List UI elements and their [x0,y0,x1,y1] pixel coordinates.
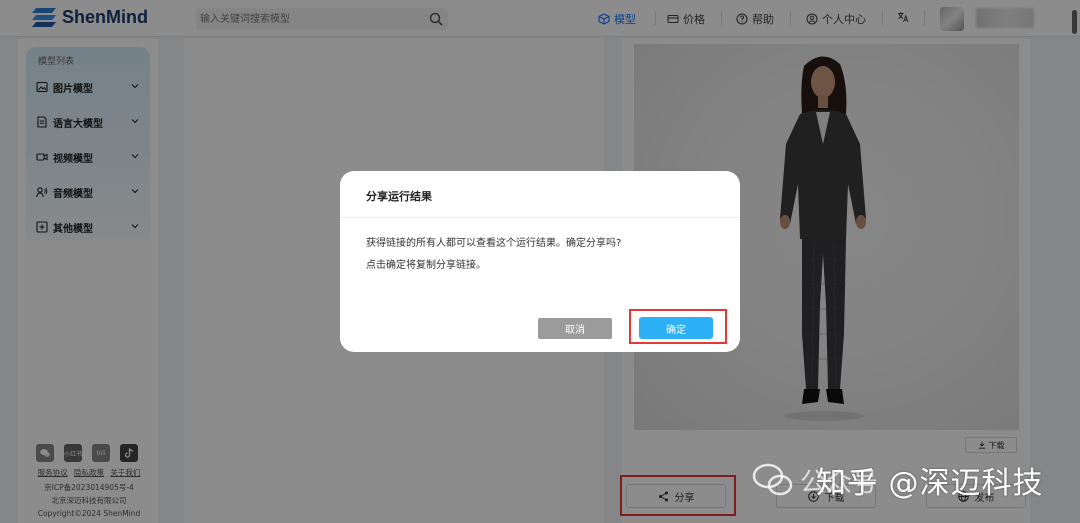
wechat-watermark-icon [752,463,793,496]
dialog-title: 分享运行结果 [366,190,432,203]
share-dialog: 分享运行结果 获得链接的所有人都可以查看这个运行结果。确定分享吗? 点击确定将复… [340,171,740,352]
dialog-divider [340,217,740,218]
dialog-message-line2: 点击确定将复制分享链接。 [366,260,486,271]
watermark: 知乎 @深迈科技 [752,458,1044,502]
watermark-text: 知乎 @深迈科技 [816,466,1044,501]
confirm-highlight-box [629,309,727,344]
dialog-message-line1: 获得链接的所有人都可以查看这个运行结果。确定分享吗? [366,238,622,249]
cancel-button[interactable]: 取消 [538,318,612,339]
